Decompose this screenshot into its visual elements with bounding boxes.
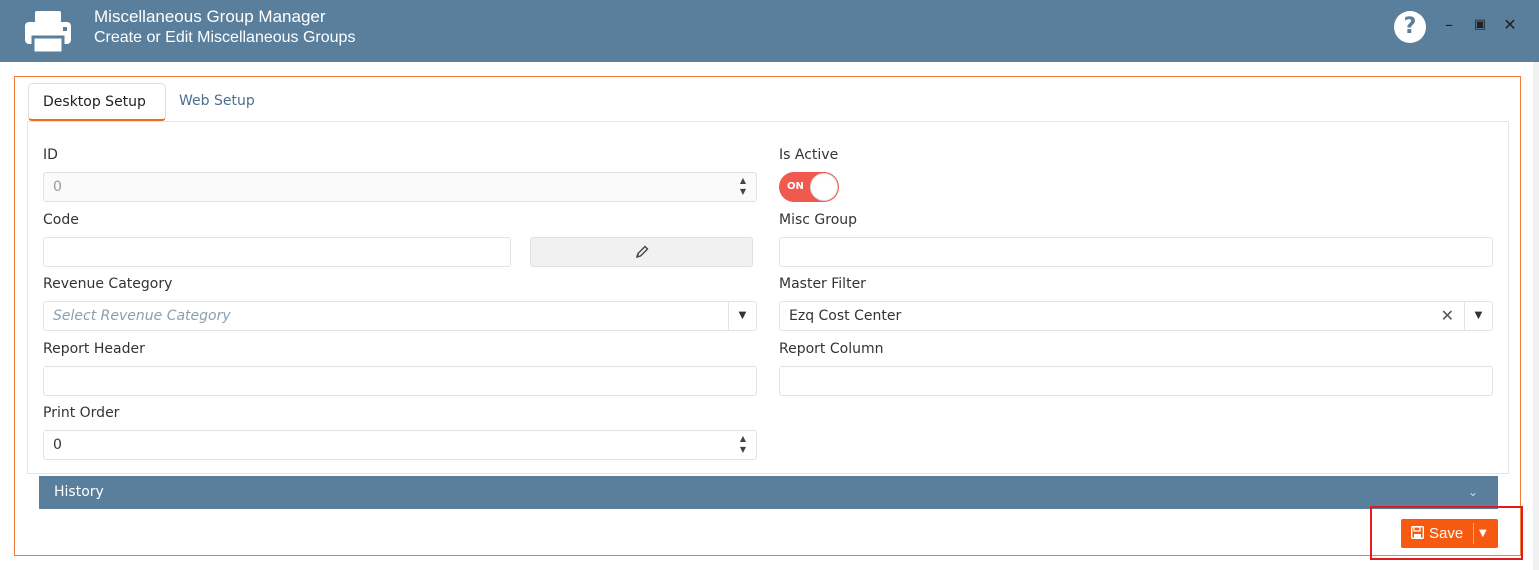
revenue-category-placeholder: Select Revenue Category bbox=[53, 308, 231, 324]
title-bar: Miscellaneous Group Manager Create or Ed… bbox=[0, 0, 1539, 62]
report-header-input[interactable] bbox=[43, 366, 757, 396]
maximize-icon[interactable]: ▣ bbox=[1469, 14, 1491, 36]
master-filter-value: Ezq Cost Center bbox=[789, 308, 902, 324]
scrollbar-track[interactable] bbox=[1533, 62, 1539, 570]
printer-icon bbox=[25, 11, 71, 55]
toggle-state-text: ON bbox=[787, 181, 804, 192]
is-active-label: Is Active bbox=[779, 147, 839, 163]
chevron-down-icon[interactable]: ▼ bbox=[728, 302, 756, 330]
spin-up-icon[interactable]: ▲ bbox=[736, 175, 750, 186]
id-value: 0 bbox=[53, 179, 62, 195]
help-icon[interactable]: ? bbox=[1394, 11, 1426, 43]
id-label: ID bbox=[43, 147, 58, 163]
spin-down-icon[interactable]: ▼ bbox=[736, 444, 750, 455]
floppy-disk-icon bbox=[1411, 526, 1424, 539]
save-divider bbox=[1473, 523, 1474, 544]
is-active-toggle[interactable]: ON bbox=[779, 172, 839, 202]
history-label: History bbox=[54, 484, 104, 500]
minimize-icon[interactable]: – bbox=[1438, 14, 1460, 36]
save-label: Save bbox=[1429, 525, 1464, 542]
master-filter-label: Master Filter bbox=[779, 276, 866, 292]
tab-desktop-setup[interactable]: Desktop Setup bbox=[28, 83, 166, 121]
id-stepper[interactable]: ▲ ▼ bbox=[736, 175, 750, 199]
chevron-down-icon[interactable]: ⌄ bbox=[1468, 476, 1478, 509]
id-field[interactable]: 0 ▲ ▼ bbox=[43, 172, 757, 202]
misc-group-input[interactable] bbox=[779, 237, 1493, 267]
print-order-label: Print Order bbox=[43, 405, 120, 421]
window-subtitle: Create or Edit Miscellaneous Groups bbox=[94, 29, 356, 46]
edit-code-button[interactable] bbox=[530, 237, 753, 267]
toggle-knob bbox=[810, 173, 838, 201]
close-icon[interactable]: ✕ bbox=[1499, 14, 1521, 36]
clear-icon[interactable]: ✕ bbox=[1441, 302, 1454, 330]
print-order-value: 0 bbox=[53, 437, 62, 453]
tab-web-setup[interactable]: Web Setup bbox=[165, 83, 275, 121]
misc-group-label: Misc Group bbox=[779, 212, 858, 228]
window-title: Miscellaneous Group Manager bbox=[94, 7, 326, 26]
spin-down-icon[interactable]: ▼ bbox=[736, 186, 750, 197]
revenue-category-select[interactable]: Select Revenue Category ▼ bbox=[43, 301, 757, 331]
report-column-label: Report Column bbox=[779, 341, 884, 357]
code-label: Code bbox=[43, 212, 79, 228]
report-header-label: Report Header bbox=[43, 341, 145, 357]
spin-up-icon[interactable]: ▲ bbox=[736, 433, 750, 444]
code-input[interactable] bbox=[43, 237, 511, 267]
revenue-category-label: Revenue Category bbox=[43, 276, 173, 292]
chevron-down-icon[interactable]: ▼ bbox=[1464, 302, 1492, 330]
print-order-field[interactable]: 0 ▲ ▼ bbox=[43, 430, 757, 460]
master-filter-select[interactable]: Ezq Cost Center ✕ ▼ bbox=[779, 301, 1493, 331]
save-dropdown-icon[interactable]: ▼ bbox=[1479, 519, 1487, 548]
print-order-stepper[interactable]: ▲ ▼ bbox=[736, 433, 750, 457]
report-column-input[interactable] bbox=[779, 366, 1493, 396]
save-button[interactable]: Save ▼ bbox=[1401, 519, 1498, 548]
history-section-header[interactable]: History ⌄ bbox=[39, 476, 1498, 509]
pencil-icon bbox=[635, 245, 649, 259]
